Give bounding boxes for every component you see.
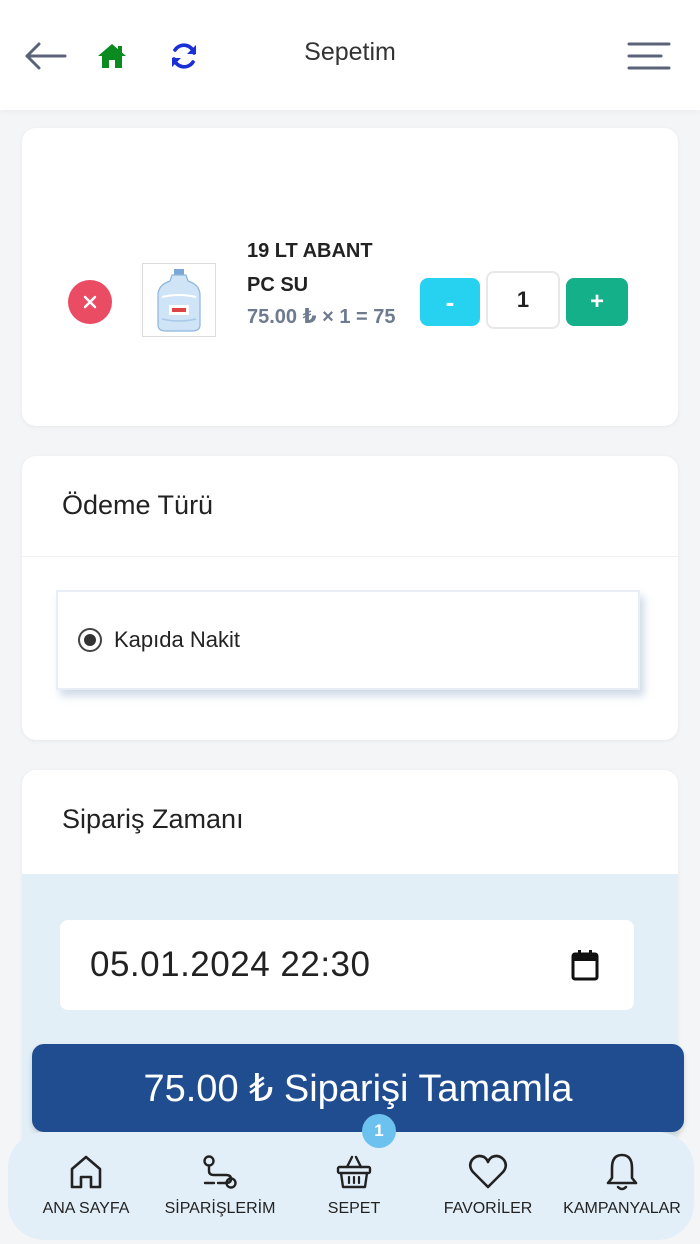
menu-button[interactable] xyxy=(624,36,674,76)
order-time-title: Sipariş Zamanı xyxy=(62,804,244,834)
basket-icon xyxy=(335,1150,373,1194)
radio-button[interactable] xyxy=(78,628,102,652)
home-outline-icon xyxy=(68,1150,104,1194)
cart-count-badge: 1 xyxy=(362,1114,396,1148)
route-icon xyxy=(200,1150,240,1194)
remove-item-button[interactable] xyxy=(68,280,112,324)
page-title: Sepetim xyxy=(304,38,396,66)
payment-type-title: Ödeme Türü xyxy=(62,490,214,520)
nav-item-orders[interactable]: SİPARİŞLERİM xyxy=(156,1150,284,1218)
datetime-value: 05.01.2024 22:30 xyxy=(90,945,371,984)
payment-type-card: Ödeme Türü Kapıda Nakit xyxy=(22,456,678,740)
top-app-bar: Sepetim xyxy=(0,0,700,110)
cart-item-card: 19 LT ABANT PC SU 75.00 ₺ × 1 = 75 - 1 + xyxy=(22,128,678,426)
radio-selected-dot xyxy=(84,634,96,646)
bell-icon xyxy=(604,1150,640,1194)
decrease-quantity-button[interactable]: - xyxy=(420,278,480,326)
divider xyxy=(22,556,678,557)
product-name: 19 LT ABANT PC SU xyxy=(247,240,373,296)
menu-icon xyxy=(627,42,671,70)
product-price-line: 75.00 ₺ × 1 = 75 xyxy=(247,306,396,328)
product-image xyxy=(142,263,216,337)
calendar-icon[interactable] xyxy=(570,949,600,981)
heart-icon xyxy=(468,1150,508,1194)
nav-label: SEPET xyxy=(327,1200,381,1217)
nav-item-home[interactable]: ANA SAYFA xyxy=(22,1150,150,1218)
quantity-input[interactable]: 1 xyxy=(486,271,560,329)
nav-label: SİPARİŞLERİM xyxy=(164,1200,276,1217)
complete-order-button[interactable]: 75.00 ₺ Siparişi Tamamla xyxy=(32,1044,684,1132)
payment-option-label: Kapıda Nakit xyxy=(114,627,240,652)
payment-option-cash-on-delivery[interactable]: Kapıda Nakit xyxy=(56,590,640,690)
nav-item-favorites[interactable]: FAVORİLER xyxy=(424,1150,552,1218)
water-bottle-icon xyxy=(157,269,201,332)
nav-item-cart[interactable]: 1 SEPET xyxy=(290,1114,418,1218)
nav-label: FAVORİLER xyxy=(443,1200,533,1217)
bottom-navigation: ANA SAYFA SİPARİŞLERİM 1 SEPET FAVORİLER… xyxy=(8,1114,694,1240)
datetime-input[interactable]: 05.01.2024 22:30 xyxy=(60,920,634,1010)
increase-quantity-button[interactable]: + xyxy=(566,278,628,326)
nav-item-campaigns[interactable]: KAMPANYALAR xyxy=(558,1150,686,1218)
nav-label: ANA SAYFA xyxy=(42,1200,130,1217)
nav-label: KAMPANYALAR xyxy=(563,1200,681,1217)
close-icon xyxy=(83,295,97,309)
